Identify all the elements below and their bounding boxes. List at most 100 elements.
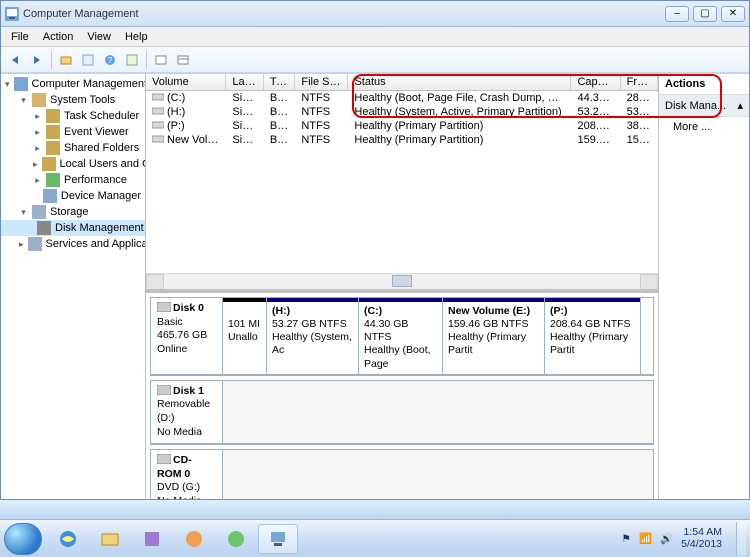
tree-item-performance[interactable]: ▸ Performance — [1, 172, 145, 188]
taskbar-computer-management[interactable] — [258, 524, 298, 554]
disk-row[interactable]: Disk 0Basic465.76 GBOnline101 MIUnallo(H… — [150, 297, 654, 376]
tree-item-label: Event Viewer — [64, 126, 129, 138]
actions-header: Actions — [659, 74, 749, 95]
partition[interactable]: (C:)44.30 GB NTFSHealthy (Boot, Page — [359, 298, 443, 374]
menu-help[interactable]: Help — [119, 29, 154, 45]
refresh-button[interactable] — [151, 50, 171, 70]
hscroll-volume-list[interactable] — [146, 273, 658, 289]
volume-row[interactable]: New Volume (E:)SimpleBasicNTFSHealthy (P… — [146, 133, 658, 147]
taskbar-explorer[interactable] — [90, 524, 130, 554]
app-icon — [5, 7, 19, 21]
taskbar-ie[interactable] — [48, 524, 88, 554]
body-split: ▾Computer Management (Local▾System Tools… — [1, 73, 749, 499]
minimize-button[interactable]: – — [665, 6, 689, 22]
tree-item-device-manager[interactable]: Device Manager — [1, 188, 145, 204]
volume-list: Volume Layout Type File System Status Ca… — [146, 74, 658, 289]
chevron-up-icon: ▴ — [737, 99, 743, 112]
tree-toggle-icon[interactable]: ▸ — [33, 144, 42, 153]
tree-item-label: Services and Applications — [46, 238, 146, 250]
up-button[interactable] — [56, 50, 76, 70]
disk-label: Disk 0Basic465.76 GBOnline — [151, 298, 223, 374]
tree-item-task-scheduler[interactable]: ▸Task Scheduler — [1, 108, 145, 124]
col-status[interactable]: Status — [348, 74, 571, 90]
tree-toggle-icon[interactable]: ▾ — [19, 208, 28, 217]
start-button[interactable] — [4, 523, 42, 555]
tree-item-computer-management-local[interactable]: ▾Computer Management (Local — [1, 76, 145, 92]
tree-toggle-icon[interactable]: ▾ — [19, 96, 28, 105]
actions-group-label: Disk Mana... — [665, 100, 726, 112]
tree-toggle-icon[interactable]: ▸ — [33, 160, 38, 169]
partition[interactable]: New Volume (E:)159.46 GB NTFSHealthy (Pr… — [443, 298, 545, 374]
partition[interactable]: 101 MIUnallo — [223, 298, 267, 374]
forward-button[interactable] — [27, 50, 47, 70]
actions-group-disk-management[interactable]: Disk Mana... ▴ — [659, 95, 749, 117]
tree-item-system-tools[interactable]: ▾ System Tools — [1, 92, 145, 108]
back-button[interactable] — [5, 50, 25, 70]
tray-volume-icon[interactable]: 🔊 — [660, 532, 673, 545]
volume-row[interactable]: (C:)SimpleBasicNTFSHealthy (Boot, Page F… — [146, 91, 658, 105]
taskbar: ⚑ 📶 🔊 1:54 AM 5/4/2013 — [0, 519, 750, 557]
tree-toggle-icon[interactable] — [33, 192, 39, 201]
taskbar-app-3[interactable] — [216, 524, 256, 554]
col-volume[interactable]: Volume — [146, 74, 226, 90]
tree-svc-icon — [28, 237, 42, 251]
menu-file[interactable]: File — [5, 29, 35, 45]
tree-item-label: Local Users and Groups — [60, 158, 146, 170]
tree-item-storage[interactable]: ▾ Storage — [1, 204, 145, 220]
clock-date[interactable]: 5/4/2013 — [681, 539, 722, 551]
tree-toggle-icon[interactable]: ▸ — [33, 112, 42, 121]
tree-devmgr-icon — [43, 189, 57, 203]
menu-action[interactable]: Action — [37, 29, 80, 45]
properties-button[interactable] — [78, 50, 98, 70]
tree-toggle-icon[interactable]: ▸ — [33, 128, 42, 137]
close-button[interactable]: ✕ — [721, 6, 745, 22]
tray-flag-icon[interactable]: ⚑ — [622, 533, 631, 545]
menu-view[interactable]: View — [81, 29, 117, 45]
tree-item-label: Performance — [64, 174, 127, 186]
maximize-button[interactable]: ▢ — [693, 6, 717, 22]
disk-row[interactable]: CD-ROM 0DVD (G:)No Media — [150, 449, 654, 499]
help-button[interactable]: ? — [100, 50, 120, 70]
disk-row[interactable]: Disk 1Removable (D:)No Media — [150, 380, 654, 446]
tree-item-services-and-applications[interactable]: ▸ Services and Applications — [1, 236, 145, 252]
tray-network-icon[interactable]: 📶 — [639, 532, 652, 545]
volume-row[interactable]: (P:)SimpleBasicNTFSHealthy (Primary Part… — [146, 119, 658, 133]
volume-list-body[interactable]: (C:)SimpleBasicNTFSHealthy (Boot, Page F… — [146, 91, 658, 273]
tree-event-icon — [46, 125, 60, 139]
actions-more[interactable]: More ... — [659, 117, 749, 137]
partition[interactable]: (H:)53.27 GB NTFSHealthy (System, Ac — [267, 298, 359, 374]
tree-item-shared-folders[interactable]: ▸Shared Folders — [1, 140, 145, 156]
tree-item-event-viewer[interactable]: ▸ Event Viewer — [1, 124, 145, 140]
taskbar-app-2[interactable] — [174, 524, 214, 554]
tree-item-local-users-and-groups[interactable]: ▸ Local Users and Groups — [1, 156, 145, 172]
col-capacity[interactable]: Capacity — [571, 74, 620, 90]
tree-item-label: Storage — [50, 206, 89, 218]
col-type[interactable]: Type — [264, 74, 296, 90]
list-button[interactable] — [173, 50, 193, 70]
toolbar-icon-6[interactable] — [122, 50, 142, 70]
volume-row[interactable]: (H:)SimpleBasicNTFSHealthy (System, Acti… — [146, 105, 658, 119]
disk-graphical-view[interactable]: Disk 0Basic465.76 GBOnline101 MIUnallo(H… — [146, 289, 658, 499]
tree-share-icon — [46, 141, 60, 155]
toolbar: ? — [1, 47, 749, 73]
tree-tools-icon — [32, 93, 46, 107]
tree-users-icon — [42, 157, 56, 171]
col-filesystem[interactable]: File System — [295, 74, 348, 90]
system-tray[interactable]: ⚑ 📶 🔊 1:54 AM 5/4/2013 — [622, 522, 746, 556]
tree-toggle-icon[interactable]: ▸ — [33, 176, 42, 185]
svg-text:?: ? — [108, 56, 113, 65]
tree-item-disk-management[interactable]: Disk Management — [1, 220, 145, 236]
tree-perf-icon — [46, 173, 60, 187]
taskbar-app-1[interactable] — [132, 524, 172, 554]
show-desktop-button[interactable] — [736, 522, 746, 556]
clock-time[interactable]: 1:54 AM — [681, 527, 722, 539]
window-title: Computer Management — [23, 8, 139, 20]
partition[interactable]: (P:)208.64 GB NTFSHealthy (Primary Parti… — [545, 298, 641, 374]
col-layout[interactable]: Layout — [226, 74, 263, 90]
tree-toggle-icon[interactable]: ▾ — [5, 80, 10, 89]
tree-toggle-icon[interactable]: ▸ — [19, 240, 24, 249]
tree-item-label: Device Manager — [61, 190, 141, 202]
nav-tree[interactable]: ▾Computer Management (Local▾System Tools… — [1, 74, 146, 499]
tree-item-label: System Tools — [50, 94, 115, 106]
col-freespace[interactable]: Free Sp — [621, 74, 658, 90]
